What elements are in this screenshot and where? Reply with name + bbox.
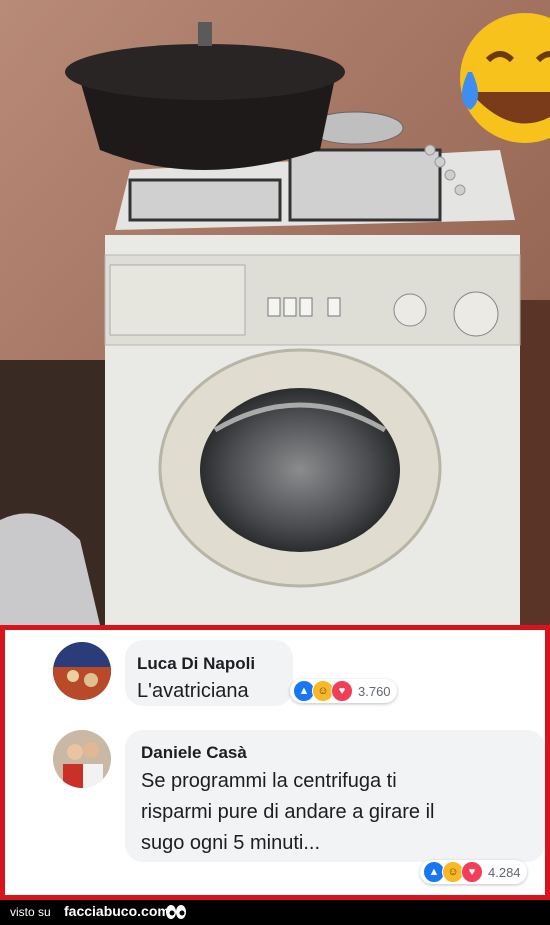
reaction-count: 3.760 (358, 683, 391, 699)
footer-brand[interactable]: facciabuco.com (64, 903, 170, 919)
comment-author[interactable]: Luca Di Napoli (137, 654, 255, 674)
love-icon: ♥ (461, 861, 483, 883)
comment-text: risparmi pure di andare a girare il (141, 801, 435, 823)
love-icon: ♥ (331, 680, 353, 702)
comment-author[interactable]: Daniele Casà (141, 743, 247, 763)
reaction-summary[interactable]: ▲ ☺ ♥ 3.760 (290, 679, 397, 703)
comment-text: Se programmi la centrifuga ti (141, 770, 397, 792)
photo-washing-machine-stove: LG (0, 0, 550, 625)
eyes-icon (166, 905, 186, 919)
comments-panel: Luca Di Napoli L'avatriciana ▲ ☺ ♥ 3.760… (0, 625, 550, 900)
reaction-summary[interactable]: ▲ ☺ ♥ 4.284 (420, 860, 527, 884)
footer-prefix: visto su (10, 905, 51, 919)
comment-text: sugo ogni 5 minuti... (141, 832, 320, 854)
footer-bar: visto su facciabuco.com (0, 900, 550, 925)
comment-text: L'avatriciana (137, 680, 249, 702)
reaction-count: 4.284 (488, 864, 521, 880)
avatar[interactable] (53, 730, 111, 788)
avatar[interactable] (53, 642, 111, 700)
